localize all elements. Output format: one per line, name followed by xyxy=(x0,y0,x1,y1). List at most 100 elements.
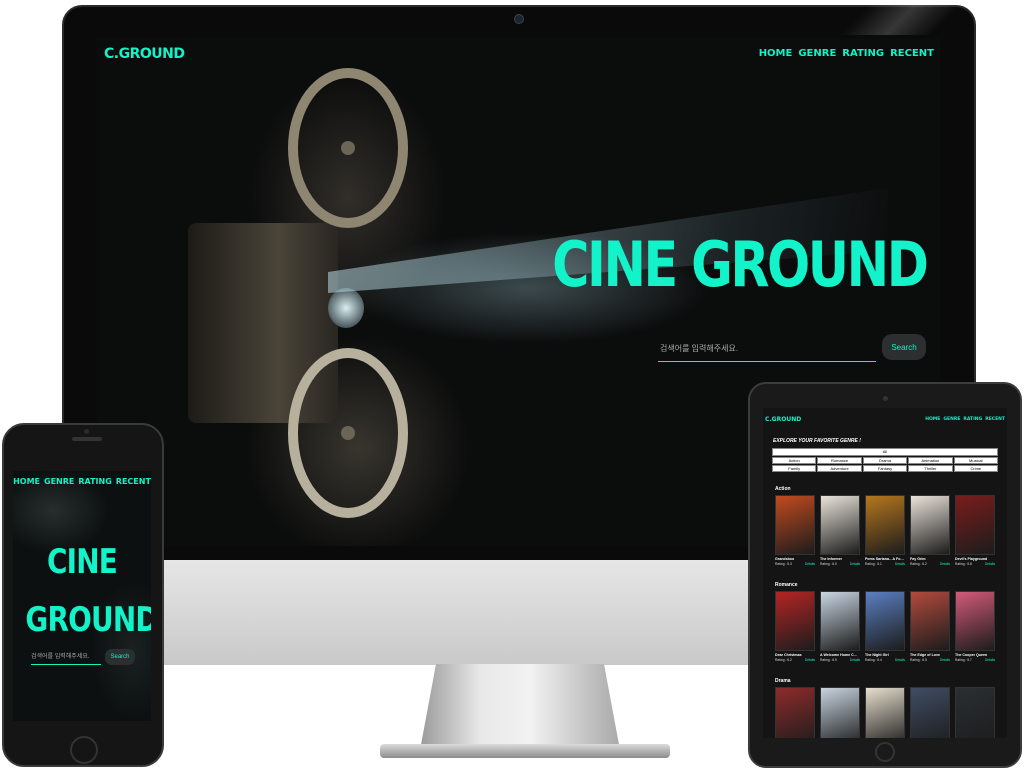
movie-meta: Rating : 6.9 Details xyxy=(820,658,860,662)
genre-button[interactable]: Musical xyxy=(953,457,998,464)
tablet-screen: C.GROUND HOME GENRE RATING RECENT EXPLOR… xyxy=(763,408,1007,738)
monitor-stand xyxy=(420,664,620,750)
movie-poster[interactable] xyxy=(820,591,860,651)
movie-poster[interactable] xyxy=(865,591,905,651)
genre-button[interactable]: Adventure xyxy=(817,465,862,472)
tablet-nav-genre[interactable]: GENRE xyxy=(943,417,960,422)
movie-meta: Rating : 6.4 Details xyxy=(865,658,905,662)
movie-poster[interactable] xyxy=(910,495,950,555)
movie-card[interactable] xyxy=(955,687,995,738)
movie-details-link[interactable]: Details xyxy=(940,658,950,662)
movie-card[interactable]: A Welcome Home C… Rating : 6.9 Details xyxy=(820,591,860,662)
projector-lens xyxy=(328,288,364,328)
phone-camera xyxy=(84,429,89,434)
genre-button[interactable]: Action xyxy=(772,457,817,464)
tablet-nav-rating[interactable]: RATING xyxy=(963,417,982,422)
movie-poster[interactable] xyxy=(910,687,950,738)
mobile-hero-title: CINE GROUND xyxy=(25,533,151,649)
movie-card[interactable]: Devil's Playground Rating : 5.8 Details xyxy=(955,495,995,566)
movie-poster[interactable] xyxy=(865,687,905,738)
search-button[interactable]: Search xyxy=(882,334,926,360)
movie-card[interactable] xyxy=(820,687,860,738)
movie-details-link[interactable]: Details xyxy=(985,658,995,662)
phone-speaker xyxy=(72,437,102,441)
movie-card[interactable] xyxy=(775,687,815,738)
genre-button[interactable]: Fantasy xyxy=(862,465,908,472)
tablet-home-button xyxy=(875,742,895,762)
movie-card[interactable]: The Cooper Queen Rating : 5.7 Details xyxy=(955,591,995,662)
movie-rating: Rating : 6.4 xyxy=(865,658,882,662)
movie-details-link[interactable]: Details xyxy=(985,562,995,566)
nav-home[interactable]: HOME xyxy=(759,48,793,59)
movie-row: Dear Christmas Rating : 6.2 Details A Welco… xyxy=(775,591,995,662)
tablet-nav-home[interactable]: HOME xyxy=(925,417,940,422)
genre-button[interactable]: Drama xyxy=(862,457,908,464)
movie-poster[interactable] xyxy=(910,591,950,651)
genre-button[interactable]: Crime xyxy=(953,465,998,472)
film-reel-bottom xyxy=(288,348,408,518)
movie-title: Fay Grim xyxy=(910,557,926,561)
movie-card[interactable]: Grandsboo Rating : 5.3 Details xyxy=(775,495,815,566)
movie-rating: Rating : 6.0 xyxy=(820,562,837,566)
movie-details-link[interactable]: Details xyxy=(850,562,860,566)
search-input[interactable] xyxy=(658,336,876,362)
movie-title: The Informer xyxy=(820,557,842,561)
movie-poster[interactable] xyxy=(955,687,995,738)
genre-button[interactable]: Thriller xyxy=(908,465,953,472)
movie-card[interactable]: The Night Girl Rating : 6.4 Details xyxy=(865,591,905,662)
movie-card[interactable]: Fay Grim Rating : 6.2 Details xyxy=(910,495,950,566)
movie-details-link[interactable]: Details xyxy=(895,562,905,566)
movie-card[interactable]: Dear Christmas Rating : 6.2 Details xyxy=(775,591,815,662)
phone-home-button xyxy=(70,736,98,764)
movie-poster[interactable] xyxy=(775,591,815,651)
tablet-logo[interactable]: C.GROUND xyxy=(765,416,801,423)
genre-button[interactable]: Romance xyxy=(817,457,862,464)
movie-card[interactable] xyxy=(865,687,905,738)
mobile-nav-home[interactable]: HOME xyxy=(13,477,40,486)
movie-rating: Rating : 5.3 xyxy=(775,562,792,566)
mobile-search-button[interactable]: Search xyxy=(105,649,135,665)
movie-meta: Rating : 6.5 Details xyxy=(910,658,950,662)
hero-title: CINE GROUND xyxy=(551,228,929,301)
movie-meta: Rating : 5.1 Details xyxy=(865,562,905,566)
mobile-nav: HOME GENRE RATING RECENT xyxy=(13,477,151,486)
movie-poster[interactable] xyxy=(775,495,815,555)
tablet-nav-recent[interactable]: RECENT xyxy=(985,417,1005,422)
movie-card[interactable]: The Informer Rating : 6.0 Details xyxy=(820,495,860,566)
movie-card[interactable]: Poms Sartana…A Fo… Rating : 5.1 Details xyxy=(865,495,905,566)
genre-button[interactable]: Family xyxy=(772,465,817,472)
movie-rating: Rating : 6.2 xyxy=(775,658,792,662)
mobile-nav-recent[interactable]: RECENT xyxy=(116,477,151,486)
movie-card[interactable] xyxy=(910,687,950,738)
movie-details-link[interactable]: Details xyxy=(850,658,860,662)
monitor-glare xyxy=(780,5,976,35)
genre-button-all[interactable]: All xyxy=(772,448,998,456)
nav-genre[interactable]: GENRE xyxy=(798,48,836,59)
movie-poster[interactable] xyxy=(865,495,905,555)
movie-poster[interactable] xyxy=(955,591,995,651)
movie-rating: Rating : 5.8 xyxy=(955,562,972,566)
monitor-camera xyxy=(514,14,524,24)
nav-rating[interactable]: RATING xyxy=(842,48,884,59)
mobile-nav-rating[interactable]: RATING xyxy=(78,477,111,486)
movie-rating: Rating : 6.9 xyxy=(820,658,837,662)
nav-recent[interactable]: RECENT xyxy=(890,48,934,59)
movie-poster[interactable] xyxy=(775,687,815,738)
site-logo[interactable]: C.GROUND xyxy=(104,46,185,62)
movie-meta: Rating : 6.0 Details xyxy=(820,562,860,566)
movie-details-link[interactable]: Details xyxy=(805,562,815,566)
mobile-search-input[interactable] xyxy=(31,649,101,665)
movie-details-link[interactable]: Details xyxy=(940,562,950,566)
movie-rating: Rating : 6.2 xyxy=(910,562,927,566)
movie-details-link[interactable]: Details xyxy=(895,658,905,662)
device-mockup-scene: C.GROUND HOME GENRE RATING RECENT CINE G… xyxy=(0,0,1024,770)
movie-meta: Rating : 5.8 Details xyxy=(955,562,995,566)
mobile-nav-genre[interactable]: GENRE xyxy=(44,477,74,486)
movie-poster[interactable] xyxy=(820,495,860,555)
movie-poster[interactable] xyxy=(820,687,860,738)
movie-rating: Rating : 5.7 xyxy=(955,658,972,662)
movie-details-link[interactable]: Details xyxy=(805,658,815,662)
movie-card[interactable]: The Edge of Love Rating : 6.5 Details xyxy=(910,591,950,662)
movie-poster[interactable] xyxy=(955,495,995,555)
genre-button[interactable]: Animation xyxy=(908,457,953,464)
